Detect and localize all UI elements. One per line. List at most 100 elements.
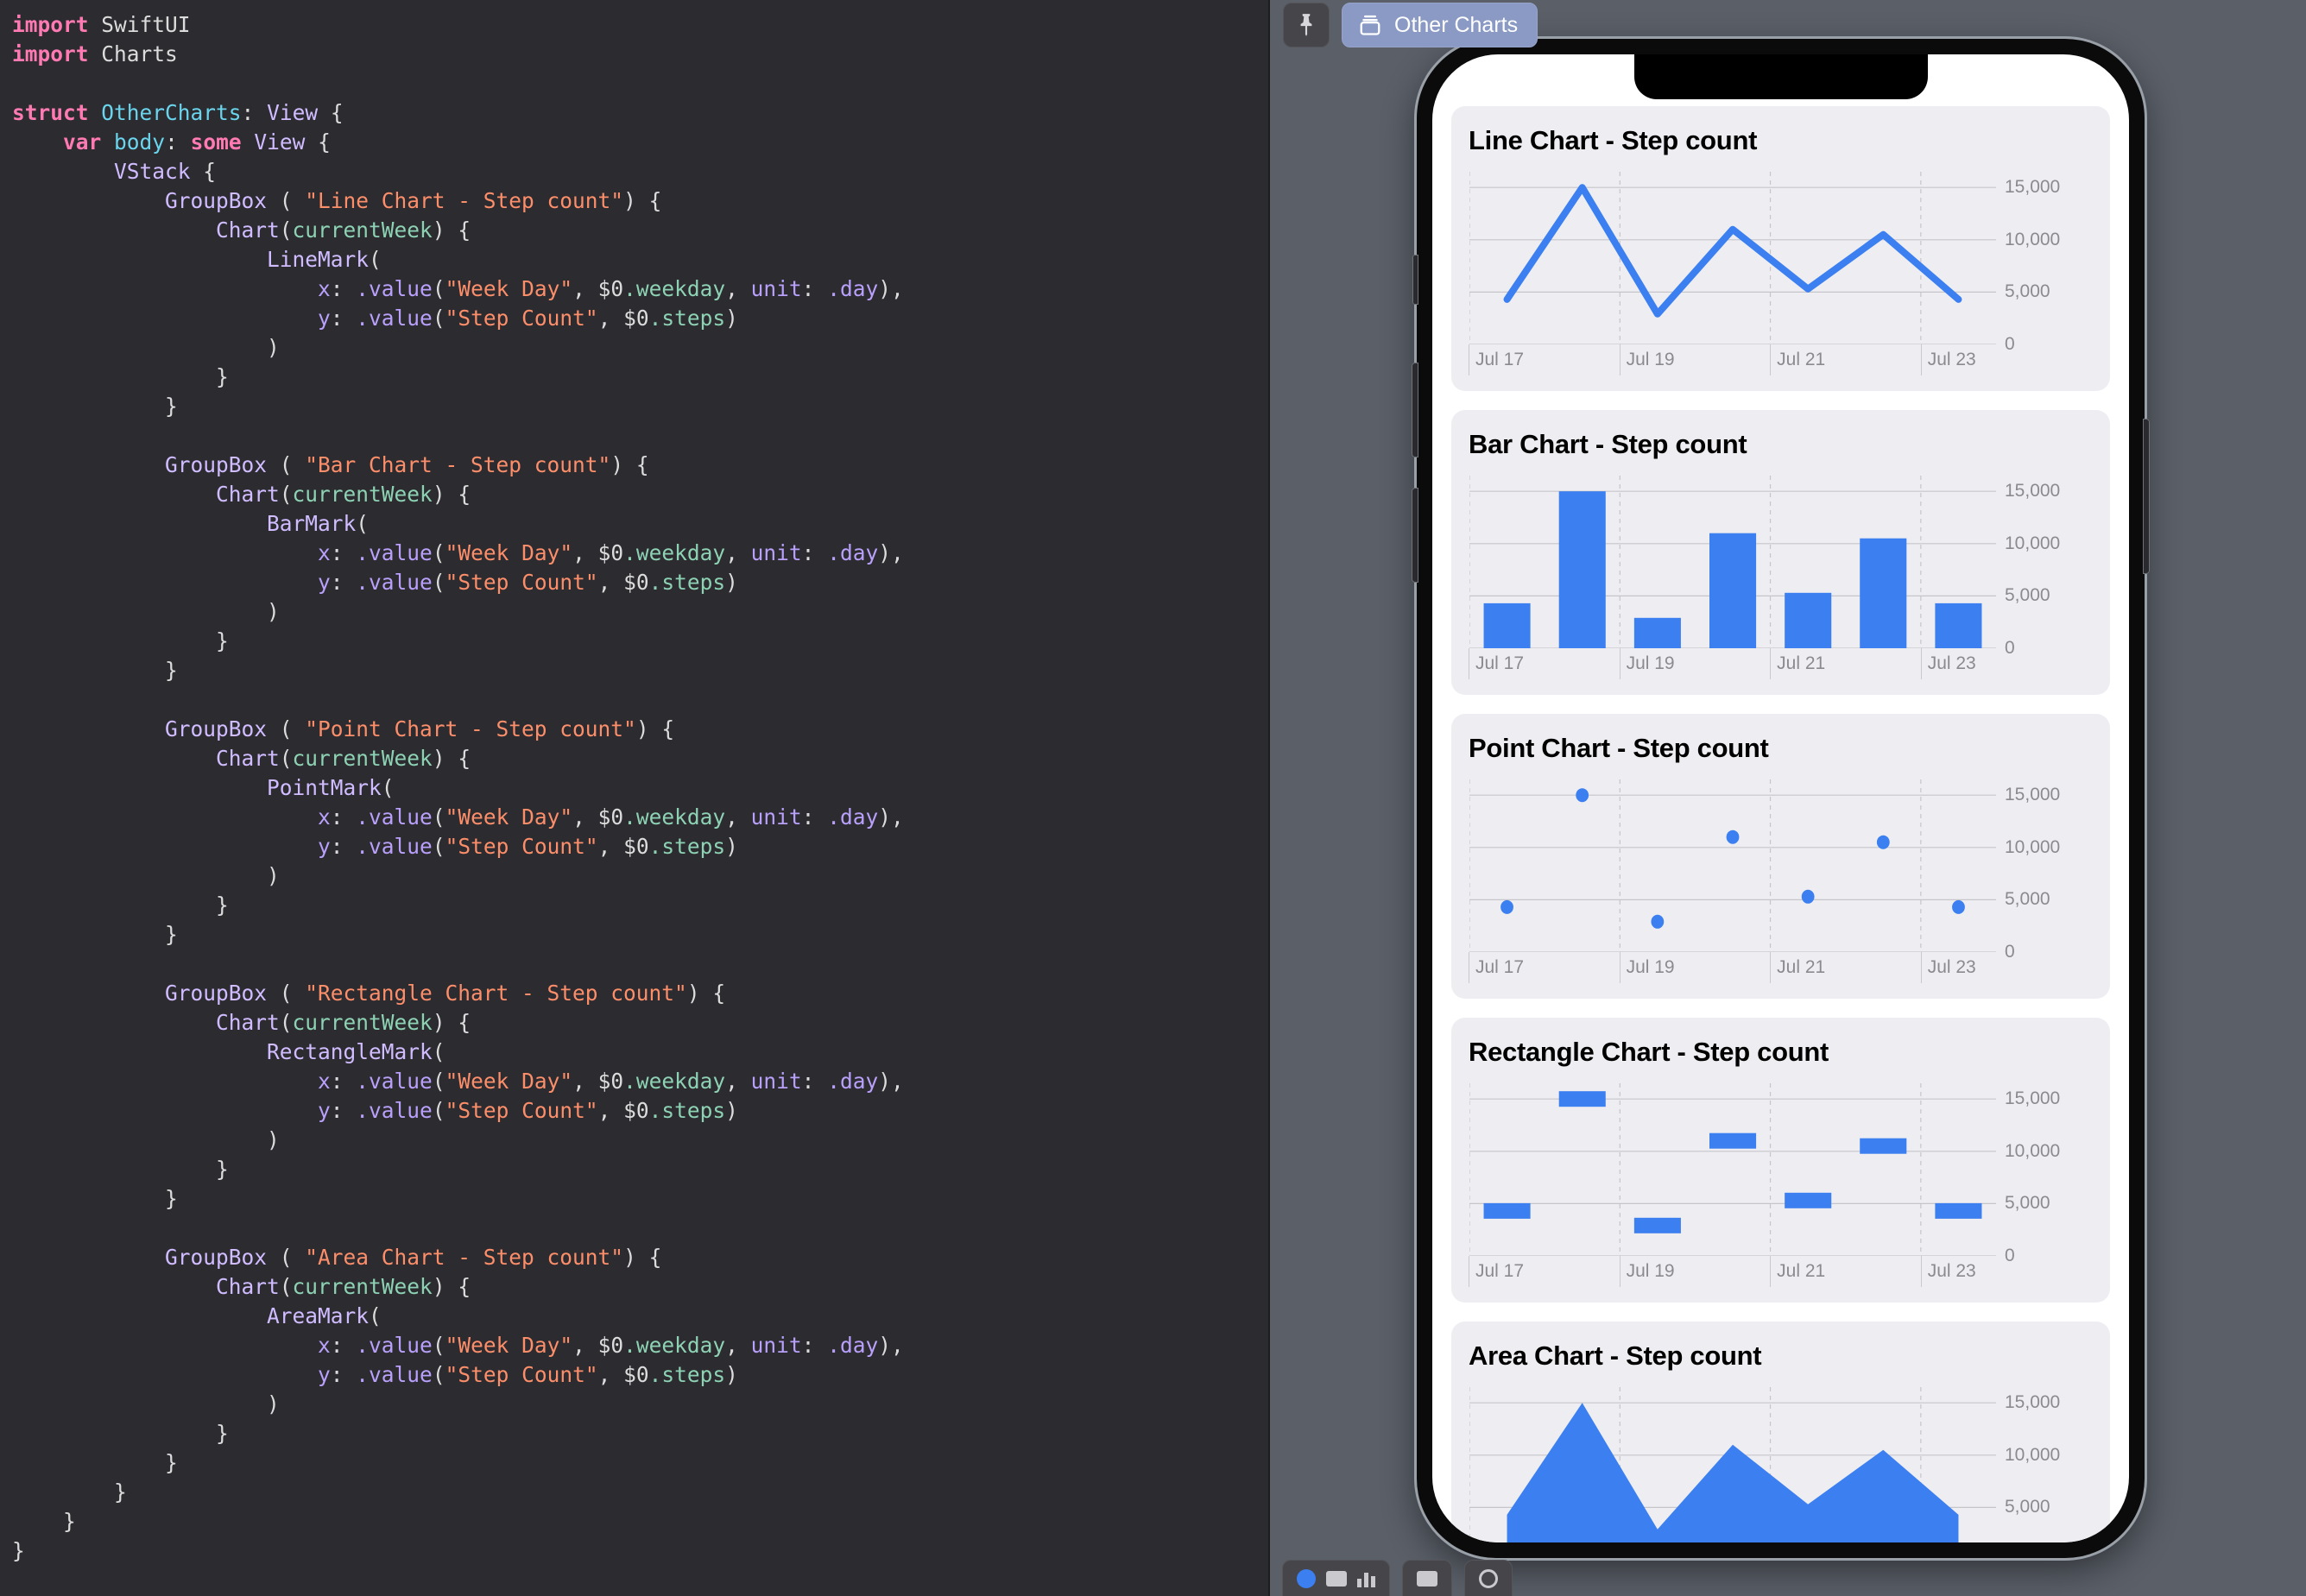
y-axis: 05,00010,00015,000	[1996, 172, 2093, 344]
x-axis-tick-label: Jul 23	[1928, 350, 1976, 370]
y-axis-tick-label: 10,000	[2005, 1445, 2060, 1466]
device-settings-button[interactable]	[1402, 1560, 1452, 1596]
live-preview-button[interactable]	[1282, 1560, 1390, 1596]
source-code[interactable]: import SwiftUIimport Charts ​ struct Other…	[0, 0, 1270, 1566]
code-line: x: .value("Week Day", $0.weekday, unit: …	[12, 1331, 1270, 1360]
inspector-icon	[1479, 1569, 1498, 1588]
x-axis-tick-label: Jul 19	[1627, 957, 1675, 978]
charts-scroll-view[interactable]: Line Chart - Step count 05,00010,00015,00…	[1432, 54, 2129, 1542]
chart-canvas	[1469, 172, 1996, 344]
code-line: }	[12, 920, 1270, 949]
y-axis-tick-label: 5,000	[2005, 1497, 2050, 1517]
code-line: LineMark(	[12, 245, 1270, 274]
code-line: }	[12, 1478, 1270, 1507]
code-line: import SwiftUI	[12, 10, 1270, 40]
code-line: }	[12, 1419, 1270, 1448]
x-axis: Jul 17Jul 19Jul 21Jul 23	[1469, 650, 2093, 679]
chart-title: Area Chart - Step count	[1469, 1341, 2093, 1372]
code-line: Chart(currentWeek) {	[12, 480, 1270, 509]
x-axis: Jul 17Jul 19Jul 21Jul 23	[1469, 954, 2093, 983]
chart-canvas	[1469, 779, 1996, 952]
chart-plot-area: 05,00010,00015,000	[1469, 1387, 2093, 1542]
silent-switch[interactable]	[1412, 255, 1418, 305]
code-line: x: .value("Week Day", $0.weekday, unit: …	[12, 274, 1270, 304]
code-line: ​	[12, 1214, 1270, 1243]
y-axis-tick-label: 10,000	[2005, 1141, 2060, 1162]
chart-title: Bar Chart - Step count	[1469, 429, 2093, 460]
code-line: }	[12, 891, 1270, 920]
code-line: GroupBox ( "Rectangle Chart - Step count…	[12, 979, 1270, 1008]
tab-other-charts[interactable]: Other Charts	[1342, 3, 1538, 47]
x-axis-tick	[1770, 1256, 1771, 1287]
volume-up-button[interactable]	[1412, 363, 1418, 457]
code-line: import Charts	[12, 40, 1270, 69]
device-notch	[1634, 54, 1928, 99]
inspector-button[interactable]	[1464, 1560, 1513, 1596]
x-axis-tick-label: Jul 21	[1777, 957, 1825, 978]
y-axis-tick-label: 10,000	[2005, 230, 2060, 250]
code-line: ​	[12, 421, 1270, 451]
volume-down-button[interactable]	[1412, 488, 1418, 583]
chart-card: Line Chart - Step count05,00010,00015,00…	[1451, 106, 2110, 391]
code-line: RectangleMark(	[12, 1038, 1270, 1067]
code-line: x: .value("Week Day", $0.weekday, unit: …	[12, 803, 1270, 832]
y-axis-tick-label: 15,000	[2005, 1392, 2060, 1413]
x-axis-tick-label: Jul 23	[1928, 957, 1976, 978]
device-icon	[1417, 1571, 1437, 1587]
app-window: import SwiftUIimport Charts ​ struct Other…	[0, 0, 2306, 1596]
x-axis-tick-label: Jul 17	[1475, 653, 1524, 674]
card-stack-icon	[1358, 13, 1382, 37]
x-axis-tick	[1620, 952, 1621, 983]
chart-canvas	[1469, 1083, 1996, 1256]
code-line: y: .value("Step Count", $0.steps)	[12, 1096, 1270, 1126]
device-preview-frame: Line Chart - Step count 05,00010,00015,00…	[1417, 39, 2145, 1558]
chart-canvas	[1469, 1387, 1996, 1542]
x-axis-tick-label: Jul 17	[1475, 1261, 1524, 1282]
code-line: GroupBox ( "Bar Chart - Step count") {	[12, 451, 1270, 480]
x-axis-tick-label: Jul 19	[1627, 350, 1675, 370]
y-axis-tick-label: 10,000	[2005, 533, 2060, 554]
code-line: }	[12, 1184, 1270, 1214]
y-axis-tick-label: 5,000	[2005, 1193, 2050, 1214]
pin-preview-button[interactable]	[1283, 3, 1330, 47]
code-line: GroupBox ( "Area Chart - Step count") {	[12, 1243, 1270, 1272]
x-axis-tick	[1921, 952, 1922, 983]
y-axis: 05,00010,00015,000	[1996, 476, 2093, 648]
code-line: ​	[12, 685, 1270, 715]
code-line: }	[12, 363, 1270, 392]
code-line: AreaMark(	[12, 1302, 1270, 1331]
code-line: }	[12, 656, 1270, 685]
code-line: )	[12, 1126, 1270, 1155]
code-line: )	[12, 597, 1270, 627]
power-button[interactable]	[2143, 419, 2150, 574]
y-axis: 05,00010,00015,000	[1996, 779, 2093, 952]
code-editor-pane[interactable]: import SwiftUIimport Charts ​ struct Other…	[0, 0, 1270, 1596]
bars-icon	[1357, 1570, 1375, 1587]
code-line: GroupBox ( "Point Chart - Step count") {	[12, 715, 1270, 744]
play-icon	[1326, 1571, 1347, 1587]
code-line: BarMark(	[12, 509, 1270, 539]
chart-title: Line Chart - Step count	[1469, 125, 2093, 156]
code-line: }	[12, 1536, 1270, 1566]
x-axis-tick-label: Jul 21	[1777, 350, 1825, 370]
y-axis-tick-label: 5,000	[2005, 281, 2050, 302]
y-axis: 05,00010,00015,000	[1996, 1083, 2093, 1256]
x-axis: Jul 17Jul 19Jul 21Jul 23	[1469, 1258, 2093, 1287]
code-line: struct OtherCharts: View {	[12, 98, 1270, 128]
code-line: x: .value("Week Day", $0.weekday, unit: …	[12, 539, 1270, 568]
chart-plot-area: 05,00010,00015,000	[1469, 1083, 2093, 1256]
code-line: y: .value("Step Count", $0.steps)	[12, 304, 1270, 333]
preview-pane: Other Charts Line Chart - Step count 05,0…	[1270, 0, 2306, 1596]
x-axis-tick-label: Jul 21	[1777, 653, 1825, 674]
x-axis-tick	[1921, 344, 1922, 375]
x-axis-tick-label: Jul 19	[1627, 653, 1675, 674]
code-line: }	[12, 392, 1270, 421]
code-line: y: .value("Step Count", $0.steps)	[12, 832, 1270, 861]
x-axis-tick	[1620, 344, 1621, 375]
device-screen[interactable]: Line Chart - Step count 05,00010,00015,00…	[1432, 54, 2129, 1542]
x-axis-tick	[1620, 648, 1621, 679]
chart-plot-area: 05,00010,00015,000	[1469, 476, 2093, 648]
chart-plot-area: 05,00010,00015,000	[1469, 172, 2093, 344]
x-axis-tick	[1770, 344, 1771, 375]
y-axis-tick-label: 5,000	[2005, 889, 2050, 910]
